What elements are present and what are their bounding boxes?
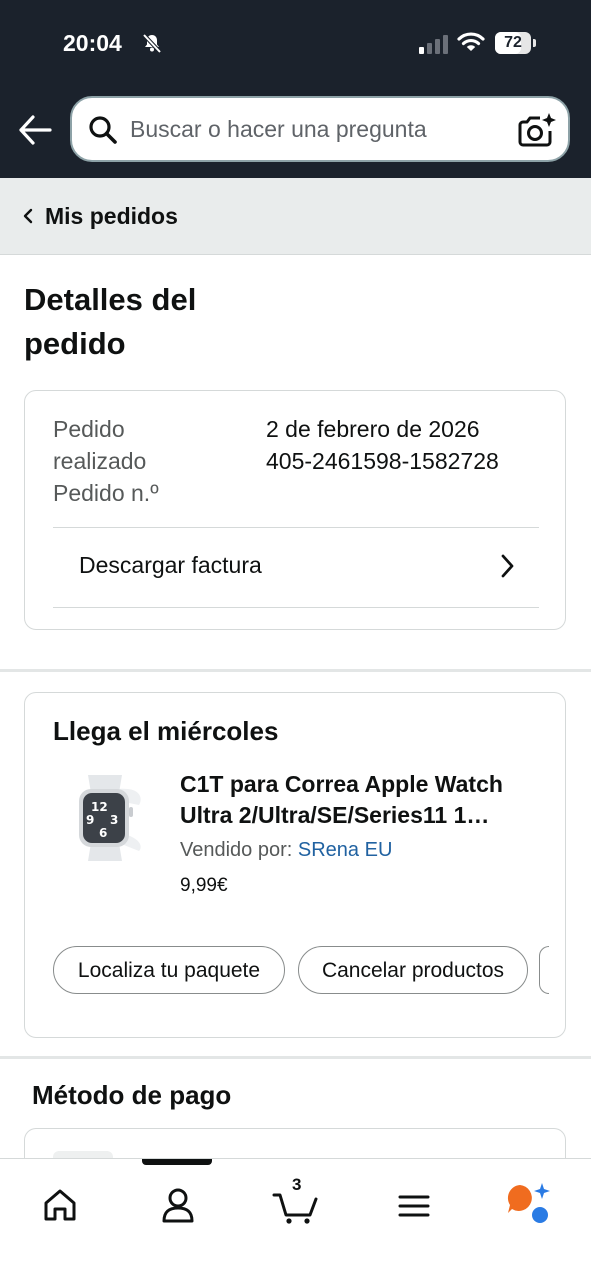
- sold-by-label: Vendido por:: [180, 839, 293, 861]
- product-title[interactable]: C1T para Correa Apple Watch Ultra 2/Ultr…: [180, 769, 550, 831]
- sold-by: Vendido por: SRena EU: [180, 839, 392, 862]
- battery-cap: [533, 39, 536, 47]
- bottom-nav: 3: [0, 1158, 591, 1280]
- track-package-button[interactable]: Localiza tu paquete: [53, 946, 285, 994]
- bell-muted-icon: [142, 33, 162, 54]
- svg-text:3: 3: [110, 813, 118, 827]
- menu-icon: [398, 1195, 430, 1217]
- wifi-icon: [457, 32, 485, 51]
- nav-rufus-assistant[interactable]: [500, 1181, 560, 1225]
- more-actions-button-partial[interactable]: [539, 946, 549, 994]
- camera-search-icon[interactable]: [518, 112, 558, 148]
- search-input[interactable]: [130, 116, 500, 143]
- back-arrow-icon[interactable]: [18, 114, 52, 146]
- account-icon: [162, 1188, 194, 1223]
- order-placed-value: 2 de febrero de 2026: [266, 416, 480, 442]
- divider: [53, 607, 539, 608]
- product-price: 9,99€: [180, 875, 228, 896]
- top-header: 20:04 72: [0, 0, 591, 178]
- status-time: 20:04: [63, 30, 122, 56]
- order-placed-label: Pedido realizado: [53, 416, 147, 474]
- delivery-card: Llega el miércoles 12 9 3 6 C1T para Cor…: [24, 692, 566, 1038]
- breadcrumb-label[interactable]: Mis pedidos: [45, 203, 178, 230]
- order-summary-card: Pedido realizado 2 de febrero de 2026 Pe…: [24, 390, 566, 630]
- search-bar[interactable]: [70, 96, 570, 162]
- chevron-left-icon: [23, 208, 33, 224]
- svg-text:12: 12: [91, 800, 108, 814]
- search-icon: [89, 116, 117, 144]
- seller-link[interactable]: SRena EU: [298, 839, 393, 861]
- product-title-line-2[interactable]: Ultra 2/Ultra/SE/Series11 1…: [180, 800, 550, 831]
- cart-count-badge: 3: [292, 1175, 302, 1194]
- breadcrumb[interactable]: Mis pedidos: [0, 178, 591, 255]
- signal-icon: [419, 35, 448, 54]
- cancel-items-button[interactable]: Cancelar productos: [298, 946, 528, 994]
- payment-heading: Método de pago: [32, 1080, 232, 1110]
- rufus-icon: [507, 1183, 550, 1223]
- home-icon: [44, 1189, 76, 1221]
- order-number-value: 405-2461598-1582728: [266, 448, 499, 474]
- nav-menu[interactable]: [384, 1181, 444, 1225]
- download-invoice-label[interactable]: Descargar factura: [79, 552, 262, 579]
- order-number-label: Pedido n.º: [53, 480, 159, 506]
- delivery-heading: Llega el miércoles: [53, 716, 279, 746]
- download-invoice-row[interactable]: Descargar factura: [53, 528, 539, 608]
- section-separator: [0, 1056, 591, 1059]
- active-tab-indicator: [142, 1159, 212, 1165]
- page-title: Detalles del pedido: [24, 282, 197, 361]
- nav-home[interactable]: [30, 1181, 90, 1225]
- nav-account[interactable]: [148, 1181, 208, 1225]
- battery-level: 72: [504, 34, 522, 51]
- section-separator: [0, 669, 591, 672]
- chevron-right-icon: [501, 554, 514, 578]
- product-image[interactable]: 12 9 3 6: [55, 775, 155, 861]
- svg-text:9: 9: [86, 813, 94, 827]
- svg-text:6: 6: [99, 826, 107, 840]
- battery-indicator: 72: [495, 32, 531, 54]
- nav-cart[interactable]: 3: [268, 1175, 328, 1225]
- product-title-line-1[interactable]: C1T para Correa Apple Watch: [180, 769, 550, 800]
